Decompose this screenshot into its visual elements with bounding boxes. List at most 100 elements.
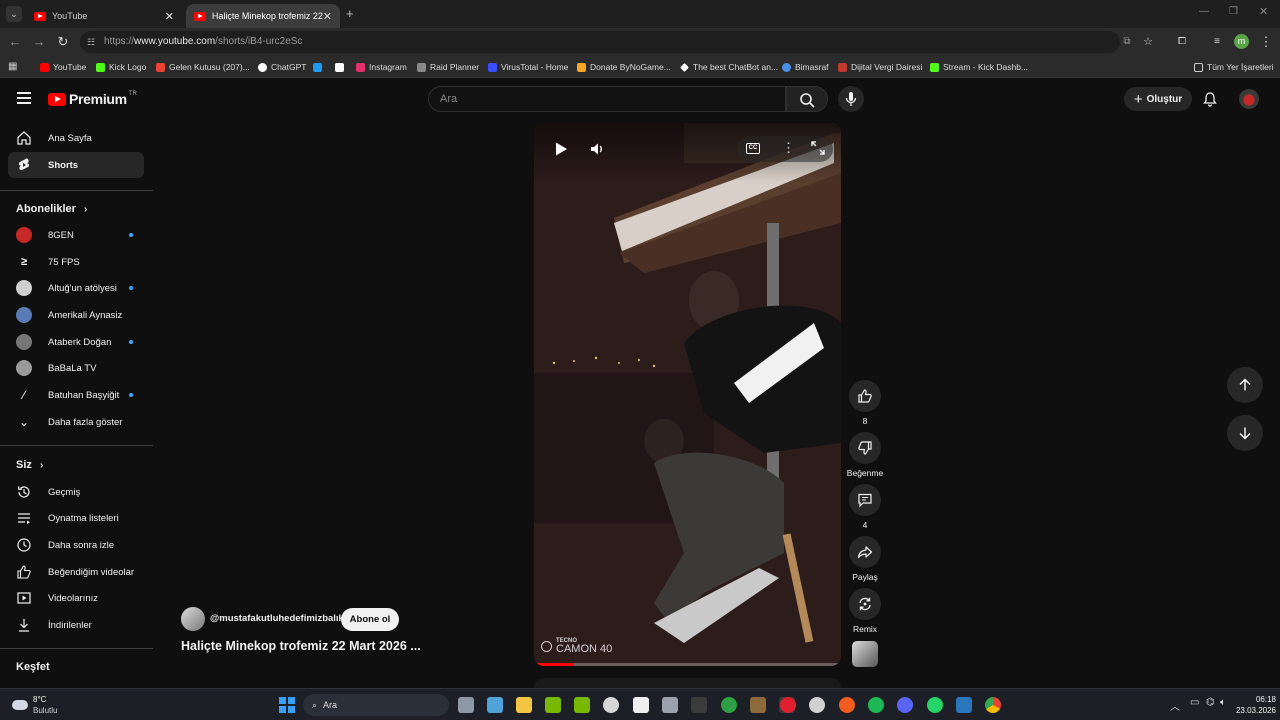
search-button[interactable] — [786, 86, 828, 112]
tray-display-icon[interactable]: ▭ — [1190, 697, 1199, 708]
weather-widget[interactable]: 8°C Bulutlu — [12, 694, 57, 716]
opera-gx-icon[interactable] — [780, 697, 796, 713]
sidebar-item-your-videos[interactable]: Videolarınız — [8, 585, 144, 611]
bookmark-instagram[interactable]: Instagram — [356, 60, 407, 74]
site-info-icon[interactable]: ☷ — [87, 31, 95, 53]
taskbar-search[interactable]: ⌕ Ara — [303, 694, 449, 716]
close-tab-icon[interactable]: ✕ — [323, 10, 332, 23]
apps-grid-icon[interactable]: ▦ — [8, 61, 17, 72]
show-more-button[interactable]: ⌄ Daha fazla göster — [8, 409, 144, 435]
notifications-bell-icon[interactable] — [1202, 91, 1218, 112]
youtube-premium-logo[interactable]: Premium TR — [48, 91, 137, 107]
forward-icon[interactable]: → — [31, 34, 47, 50]
sidebar-item-shorts[interactable]: Shorts — [8, 152, 144, 178]
short-title[interactable]: Haliçte Minekop trofemiz 22 Mart 2026 ..… — [181, 639, 421, 653]
extensions-icon[interactable]: ⧠ — [1174, 34, 1190, 50]
widgets-icon[interactable] — [487, 697, 503, 713]
bookmark-star-icon[interactable]: ☆ — [1140, 34, 1156, 50]
minimize-window-button[interactable]: — — [1199, 6, 1209, 17]
sidebar-item-downloads[interactable]: İndirilenler — [8, 612, 144, 638]
obs-icon[interactable] — [809, 697, 825, 713]
game-app-icon[interactable] — [545, 697, 561, 713]
bookmark-virustotal[interactable]: VirusTotal - Home — [488, 60, 568, 74]
task-view-icon[interactable] — [458, 697, 474, 713]
comments-button[interactable] — [849, 484, 881, 516]
bookmark-x[interactable] — [335, 60, 348, 74]
subscriptions-heading[interactable]: Abonelikler › — [16, 203, 87, 215]
dislike-button[interactable] — [849, 432, 881, 464]
unity-icon[interactable] — [662, 697, 678, 713]
epic-games-icon[interactable] — [633, 697, 649, 713]
bookmark-youtube[interactable]: YouTube — [40, 60, 86, 74]
sidebar-sub-batuhan[interactable]: ⁄ Batuhan Başyiğit — [8, 382, 144, 408]
start-button[interactable] — [279, 697, 295, 713]
tab-youtube[interactable]: YouTube ✕ — [26, 4, 182, 28]
volume-button[interactable] — [589, 141, 605, 162]
close-tab-icon[interactable]: ✕ — [165, 10, 174, 23]
back-icon[interactable]: ← — [7, 34, 23, 50]
spotify-icon[interactable] — [868, 697, 884, 713]
sidebar-sub-altug[interactable]: Altuğ'un atölyesi — [8, 275, 144, 301]
tray-chevron-icon[interactable]: ︿ — [1170, 698, 1180, 713]
close-window-button[interactable]: ✕ — [1259, 5, 1268, 18]
discord-icon[interactable] — [897, 697, 913, 713]
channel-avatar[interactable] — [181, 607, 205, 631]
bookmark-chatgpt[interactable]: ChatGPT — [258, 60, 306, 74]
nvidia-icon[interactable] — [574, 697, 590, 713]
bookmark-bimasraf[interactable]: Bimasraf — [782, 60, 829, 74]
remix-button[interactable] — [849, 588, 881, 620]
chrome-icon[interactable] — [985, 697, 1001, 713]
next-short-button[interactable] — [1227, 415, 1263, 451]
hamburger-menu-icon[interactable] — [17, 92, 31, 104]
sound-thumbnail[interactable] — [852, 641, 878, 667]
minecraft-launcher-icon[interactable] — [750, 697, 766, 713]
subscribe-button[interactable]: Abone ol — [341, 608, 399, 631]
tab-search-dropdown-button[interactable]: ⌄ — [6, 6, 22, 22]
steam-icon[interactable] — [956, 697, 972, 713]
channel-handle[interactable]: @mustafakutluhedefimizbalık — [210, 613, 344, 624]
install-app-icon[interactable]: ⧉ — [1119, 34, 1135, 50]
browser-menu-icon[interactable]: ⋮ — [1258, 34, 1274, 50]
play-button[interactable] — [553, 141, 569, 162]
new-tab-button[interactable]: + — [346, 6, 354, 21]
bookmark-kick-dashboard[interactable]: Stream - Kick Dashb... — [930, 60, 1028, 74]
reading-list-icon[interactable]: ≡ — [1209, 34, 1225, 50]
more-options-icon[interactable]: ⋮ — [782, 140, 795, 156]
profile-avatar[interactable]: m — [1234, 34, 1249, 49]
restore-window-button[interactable]: ❐ — [1229, 6, 1238, 17]
sidebar-sub-8gen[interactable]: 8GEN — [8, 222, 144, 248]
shorts-video-player[interactable]: CC ⋮ TECNO CAMON 40 — [534, 123, 841, 666]
address-bar[interactable]: ☷ https://www.youtube.com/shorts/iB4-urc… — [80, 31, 1120, 53]
file-explorer-icon[interactable] — [516, 697, 532, 713]
bookmark-raid-planner[interactable]: Raid Planner — [417, 60, 479, 74]
progress-track[interactable] — [534, 663, 841, 666]
bookmark-crown[interactable] — [313, 60, 326, 74]
like-button[interactable] — [849, 380, 881, 412]
sidebar-item-history[interactable]: Geçmiş — [8, 479, 144, 505]
g-hub-icon[interactable] — [603, 697, 619, 713]
you-heading[interactable]: Siz › — [16, 459, 43, 471]
tray-network-icon[interactable]: ⌬ — [1206, 697, 1215, 708]
xbox-icon[interactable] — [721, 697, 737, 713]
account-avatar[interactable] — [1239, 89, 1259, 109]
sidebar-item-watch-later[interactable]: Daha sonra izle — [8, 532, 144, 558]
sidebar-item-liked[interactable]: Beğendiğim videolar — [8, 559, 144, 585]
search-input[interactable]: Ara — [428, 86, 786, 112]
sidebar-sub-amerikali[interactable]: Amerikali Aynasiz — [8, 302, 144, 328]
bookmark-kick-logo[interactable]: Kick Logo — [96, 60, 146, 74]
sidebar-item-home[interactable]: Ana Sayfa — [8, 125, 144, 151]
amazon-app-icon[interactable] — [691, 697, 707, 713]
sidebar-sub-babala[interactable]: BaBaLa TV — [8, 355, 144, 381]
sidebar-sub-ataberk[interactable]: Ataberk Doğan — [8, 329, 144, 355]
create-button[interactable]: + Oluştur — [1124, 87, 1192, 111]
share-button[interactable] — [849, 536, 881, 568]
all-bookmarks-folder[interactable]: Tüm Yer İşaretleri — [1194, 60, 1274, 74]
clock[interactable]: 06:18 23.03.2026 — [1226, 694, 1276, 716]
sidebar-sub-75fps[interactable]: ≥ 75 FPS — [8, 249, 144, 275]
bookmark-bynogame[interactable]: Donate ByNoGame... — [577, 60, 671, 74]
whatsapp-icon[interactable] — [927, 697, 943, 713]
bookmark-chatbot[interactable]: The best ChatBot an... — [680, 60, 778, 74]
reload-icon[interactable]: ↻ — [55, 34, 71, 50]
captions-button[interactable]: CC — [746, 143, 760, 154]
brave-icon[interactable] — [839, 697, 855, 713]
